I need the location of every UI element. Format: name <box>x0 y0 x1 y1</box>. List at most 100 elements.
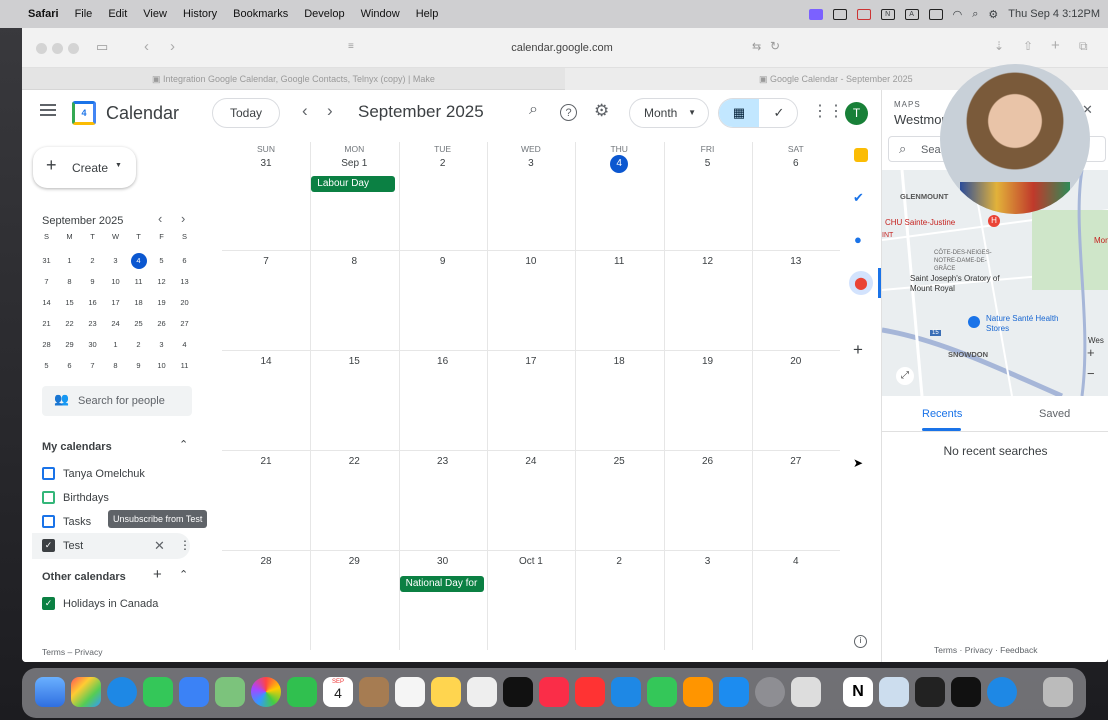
other-calendars-heading[interactable]: Other calendars <box>42 571 126 583</box>
mini-day[interactable]: 13 <box>173 274 196 290</box>
mail-icon[interactable] <box>179 677 209 707</box>
screen-record-icon[interactable] <box>808 8 823 20</box>
mini-prev-icon[interactable]: ‹ <box>158 211 162 226</box>
share-icon[interactable]: ⇧ <box>1023 39 1033 53</box>
mini-day[interactable]: 4 <box>130 253 147 269</box>
mini-day[interactable]: 1 <box>104 337 127 353</box>
mini-day[interactable]: 6 <box>58 358 81 374</box>
checkbox-checked-icon[interactable]: ✓ <box>42 539 55 552</box>
finder-icon[interactable] <box>35 677 65 707</box>
tab-recents[interactable]: Recents <box>922 408 962 420</box>
tasks-icon[interactable]: ✔ <box>853 190 864 206</box>
event-national-day[interactable]: National Day for <box>399 576 484 592</box>
checkbox[interactable] <box>42 515 55 528</box>
checkbox[interactable] <box>42 491 55 504</box>
menu-window[interactable]: Window <box>361 8 400 20</box>
menu-develop[interactable]: Develop <box>304 8 344 20</box>
maps-icon[interactable]: ⬤ <box>849 271 873 295</box>
mini-day[interactable]: 26 <box>150 316 173 332</box>
reload-icon[interactable]: ↻ <box>770 39 780 53</box>
mini-day[interactable]: 8 <box>104 358 127 374</box>
day-number[interactable]: 14 <box>222 356 310 367</box>
keynote-icon[interactable] <box>611 677 641 707</box>
collapse-other-calendars-icon[interactable]: ⌃ <box>179 568 188 581</box>
map-zoom-out-icon[interactable]: − <box>1087 366 1095 381</box>
trash-icon[interactable] <box>1043 677 1073 707</box>
day-number[interactable]: 9 <box>399 256 487 267</box>
mini-day[interactable]: 3 <box>150 337 173 353</box>
day-number[interactable]: 29 <box>310 556 398 567</box>
search-icon[interactable]: ⌕ <box>529 101 538 119</box>
apps-grid-icon[interactable]: ⋮⋮ <box>812 101 844 121</box>
mini-day[interactable]: 20 <box>173 295 196 311</box>
day-number[interactable]: 24 <box>487 456 575 467</box>
view-select[interactable]: Month ▼ <box>629 98 709 128</box>
keep-icon[interactable] <box>854 148 868 162</box>
day-number[interactable]: 27 <box>752 456 840 467</box>
maps-privacy-link[interactable]: Privacy <box>965 645 993 655</box>
prev-month-icon[interactable]: ‹ <box>302 101 308 121</box>
translate-icon[interactable]: ⇆ <box>752 40 761 53</box>
day-number[interactable]: 5 <box>664 158 752 169</box>
freeform-icon[interactable] <box>467 677 497 707</box>
day-number[interactable]: Sep 1 <box>310 158 398 169</box>
mini-day[interactable]: 27 <box>173 316 196 332</box>
main-menu-icon[interactable] <box>40 104 56 116</box>
info-icon[interactable]: i <box>854 635 867 648</box>
mini-day[interactable]: 5 <box>35 358 58 374</box>
calendar-item-test[interactable]: ✓ Test ✕ ⋮ <box>32 533 191 559</box>
map-zoom-in-icon[interactable]: + <box>1087 345 1095 360</box>
safari-icon[interactable] <box>107 677 137 707</box>
window-zoom-button[interactable] <box>68 43 79 54</box>
mini-day[interactable]: 22 <box>58 316 81 332</box>
mini-day[interactable]: 12 <box>150 274 173 290</box>
calendar-view-icon[interactable]: ▦ <box>719 99 759 127</box>
mini-day[interactable]: 9 <box>81 274 104 290</box>
search-people-input[interactable]: 👥 Search for people <box>42 386 192 416</box>
today-button[interactable]: Today <box>212 98 280 128</box>
next-month-icon[interactable]: › <box>327 101 333 121</box>
day-number[interactable]: 13 <box>752 256 840 267</box>
tasks-view-icon[interactable]: ✓ <box>759 99 797 127</box>
mini-next-icon[interactable]: › <box>181 211 185 226</box>
maps-feedback-link[interactable]: Feedback <box>1000 645 1037 655</box>
facetime-icon[interactable] <box>287 677 317 707</box>
mini-day[interactable]: 10 <box>104 274 127 290</box>
options-icon[interactable]: ⋮ <box>179 538 191 552</box>
music-icon[interactable] <box>539 677 569 707</box>
control-center-icon[interactable]: ⚙ <box>988 8 998 21</box>
safari-tech-preview-icon[interactable] <box>987 677 1017 707</box>
spotlight-icon[interactable]: ⌕ <box>972 8 978 21</box>
news-icon[interactable] <box>575 677 605 707</box>
pages-icon[interactable] <box>683 677 713 707</box>
day-number[interactable]: 8 <box>310 256 398 267</box>
checkbox[interactable] <box>42 467 55 480</box>
mini-day[interactable]: 1 <box>58 253 81 269</box>
mini-day[interactable]: 28 <box>35 337 58 353</box>
day-number[interactable]: 2 <box>575 556 663 567</box>
day-number[interactable]: 12 <box>664 256 752 267</box>
mini-day[interactable]: 3 <box>104 253 127 269</box>
mini-day[interactable]: 31 <box>35 253 58 269</box>
mini-day[interactable]: 14 <box>35 295 58 311</box>
mini-day[interactable]: 30 <box>81 337 104 353</box>
day-number[interactable]: 23 <box>399 456 487 467</box>
maps-terms-link[interactable]: Terms <box>934 645 957 655</box>
contacts-icon[interactable]: ● <box>854 232 862 247</box>
notion-status-icon[interactable]: N <box>880 8 895 20</box>
notes-icon[interactable] <box>431 677 461 707</box>
launchpad-icon[interactable] <box>71 677 101 707</box>
keyboard-input-icon[interactable]: A <box>904 8 919 20</box>
new-tab-icon[interactable]: + <box>1051 37 1060 54</box>
day-number[interactable]: 10 <box>487 256 575 267</box>
menu-edit[interactable]: Edit <box>108 8 127 20</box>
messages-icon[interactable] <box>143 677 173 707</box>
mini-day[interactable]: 11 <box>173 358 196 374</box>
menu-bookmarks[interactable]: Bookmarks <box>233 8 288 20</box>
mini-day[interactable]: 17 <box>104 295 127 311</box>
remove-calendar-icon[interactable]: ✕ <box>154 538 165 554</box>
mini-day[interactable]: 16 <box>81 295 104 311</box>
app-menu-safari[interactable]: Safari <box>28 8 59 20</box>
downloads-icon[interactable]: ⇣ <box>994 39 1004 53</box>
day-number[interactable]: 19 <box>664 356 752 367</box>
